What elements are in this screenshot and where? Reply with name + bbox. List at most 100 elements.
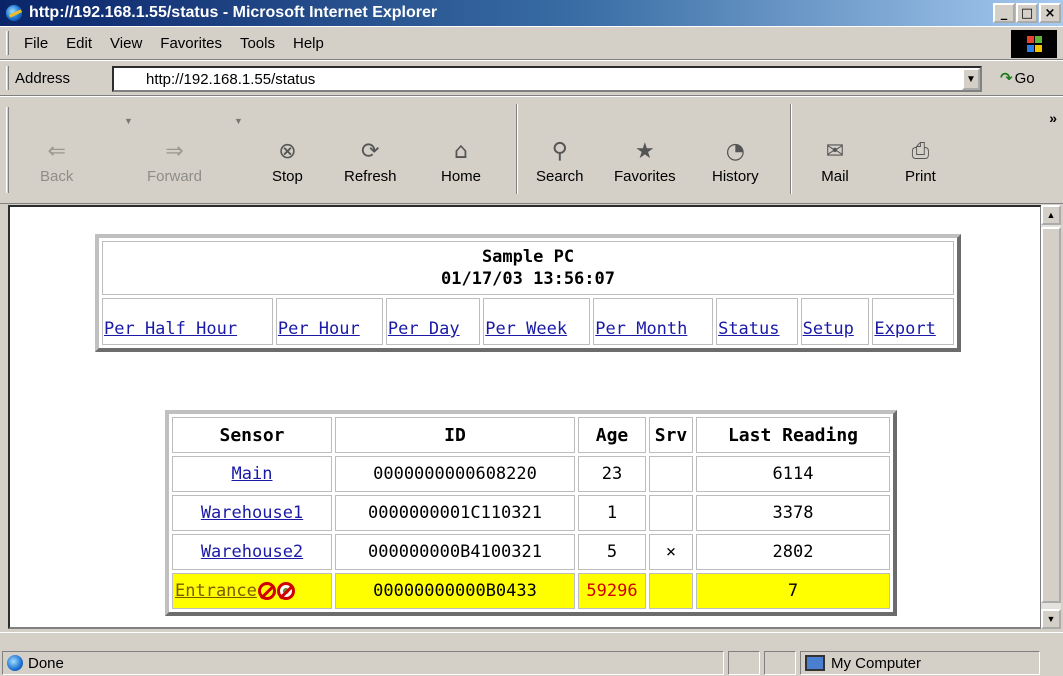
forward-button[interactable]: ⇒ Forward	[147, 136, 203, 186]
nav-link-status[interactable]: Status	[716, 298, 798, 345]
minimize-button[interactable]: _	[993, 3, 1015, 23]
print-icon: ⎙	[911, 138, 930, 164]
nav-link-per-half-hour[interactable]: Per Half Hour	[102, 298, 273, 345]
sensor-srv	[649, 573, 693, 609]
sensor-age: 23	[578, 456, 646, 492]
menu-help[interactable]: Help	[284, 35, 333, 52]
prohibited-icon	[257, 582, 276, 600]
refresh-button[interactable]: ⟳ Refresh	[344, 136, 397, 186]
nav-link-per-day[interactable]: Per Day	[385, 298, 481, 345]
sensor-link[interactable]: Main	[172, 456, 332, 492]
page-datetime: 01/17/03 13:56:07	[441, 269, 615, 289]
search-button[interactable]: ⚲ Search	[536, 136, 584, 186]
sensor-age: 59296	[578, 573, 646, 609]
toolbar-separator	[790, 104, 792, 194]
back-button[interactable]: ⇐ Back	[40, 136, 74, 186]
sensor-last-reading: 6114	[696, 456, 890, 492]
menu-file[interactable]: File	[15, 35, 57, 52]
sensor-srv	[649, 495, 693, 531]
column-header-last-reading: Last Reading	[696, 417, 890, 453]
stop-label: Stop	[272, 168, 303, 185]
home-icon: ⌂	[454, 138, 468, 164]
window-controls: _ □ ×	[992, 3, 1061, 23]
menu-tools[interactable]: Tools	[231, 35, 284, 52]
go-button[interactable]: ↷ Go	[1000, 69, 1035, 87]
toolbar-separator	[516, 104, 518, 194]
status-panel-progress	[728, 651, 760, 675]
scroll-down-button[interactable]: ▼	[1041, 609, 1061, 629]
address-grip[interactable]	[6, 66, 9, 90]
table-row: Main 0000000000608220 23 6114	[172, 456, 890, 492]
windows-logo-icon	[1011, 30, 1057, 58]
go-label: Go	[1014, 69, 1035, 87]
stop-button[interactable]: ⊗ Stop	[272, 136, 303, 186]
nav-links-row: Per Half Hour Per Hour Per Day Per Week …	[102, 298, 954, 345]
title-bar: http://192.168.1.55/status - Microsoft I…	[0, 0, 1063, 26]
menu-bar: File Edit View Favorites Tools Help	[0, 26, 1063, 60]
toolbar-grip[interactable]	[6, 107, 9, 193]
back-label: Back	[40, 168, 74, 185]
refresh-icon: ⟳	[361, 138, 380, 164]
sensor-link[interactable]: Warehouse2	[172, 534, 332, 570]
nav-link-per-month[interactable]: Per Month	[593, 298, 714, 345]
home-button[interactable]: ⌂ Home	[441, 136, 481, 186]
column-header-id: ID	[335, 417, 575, 453]
nav-link-per-hour[interactable]: Per Hour	[275, 298, 383, 345]
print-button[interactable]: ⎙ Print	[905, 136, 936, 186]
history-button[interactable]: ◔ History	[712, 136, 759, 186]
vertical-scrollbar[interactable]: ▲ ▼	[1041, 205, 1061, 629]
menu-grip[interactable]	[6, 31, 9, 55]
sensor-link[interactable]: Entrance	[175, 581, 257, 601]
forward-label: Forward	[147, 168, 203, 185]
header-table: Sample PC 01/17/03 13:56:07 Per Half Hou…	[95, 234, 961, 352]
history-label: History	[712, 168, 759, 185]
address-input[interactable]: http://192.168.1.55/status ▼	[112, 66, 982, 92]
sensor-status-table: Sensor ID Age Srv Last Reading Main 0000…	[165, 410, 897, 616]
toolbar-overflow-chevron[interactable]: »	[1049, 110, 1057, 126]
favorites-label: Favorites	[614, 168, 676, 185]
sensor-cell-entrance: Entrance	[172, 573, 332, 609]
forward-dropdown-icon[interactable]: ▼	[234, 116, 243, 126]
sensor-last-reading: 7	[696, 573, 890, 609]
maximize-button[interactable]: □	[1016, 3, 1038, 23]
table-row-alert: Entrance 00000000000B0433 59296 7	[172, 573, 890, 609]
page-title: Sample PC	[481, 247, 575, 267]
prohibited-device-icon	[276, 582, 295, 600]
back-arrow-icon: ⇐	[47, 138, 66, 164]
table-row: Warehouse2 000000000B4100321 5 × 2802	[172, 534, 890, 570]
scroll-thumb[interactable]	[1041, 227, 1061, 603]
nav-link-setup[interactable]: Setup	[800, 298, 870, 345]
forward-arrow-icon: ⇒	[165, 138, 184, 164]
favorites-button[interactable]: ★ Favorites	[614, 136, 676, 186]
history-icon: ◔	[725, 138, 745, 164]
search-icon: ⚲	[551, 138, 568, 164]
address-url: http://192.168.1.55/status	[146, 70, 316, 88]
address-dropdown-button[interactable]: ▼	[962, 68, 980, 90]
table-header-row: Sensor ID Age Srv Last Reading	[172, 417, 890, 453]
mail-label: Mail	[821, 168, 849, 185]
column-header-sensor: Sensor	[172, 417, 332, 453]
ie-logo-icon[interactable]	[5, 4, 23, 22]
nav-link-per-week[interactable]: Per Week	[483, 298, 591, 345]
mail-button[interactable]: ✉ Mail	[820, 136, 850, 186]
back-dropdown-icon[interactable]: ▼	[124, 116, 133, 126]
nav-link-export[interactable]: Export	[872, 298, 954, 345]
status-bar: Done My Computer	[0, 632, 1063, 676]
sensor-age: 5	[578, 534, 646, 570]
window-title: http://192.168.1.55/status - Microsoft I…	[29, 4, 438, 21]
menu-favorites[interactable]: Favorites	[151, 35, 231, 52]
mail-icon: ✉	[825, 138, 845, 164]
sensor-last-reading: 2802	[696, 534, 890, 570]
menu-edit[interactable]: Edit	[57, 35, 101, 52]
close-button[interactable]: ×	[1039, 3, 1061, 23]
sensor-srv: ×	[649, 534, 693, 570]
sensor-id: 0000000000608220	[335, 456, 575, 492]
menu-view[interactable]: View	[101, 35, 151, 52]
sensor-age: 1	[578, 495, 646, 531]
address-bar: Address http://192.168.1.55/status ▼ ↷ G…	[0, 60, 1063, 96]
stop-icon: ⊗	[278, 138, 297, 164]
address-label: Address	[15, 69, 71, 87]
ie-page-icon	[7, 655, 23, 671]
scroll-up-button[interactable]: ▲	[1041, 205, 1061, 225]
sensor-link[interactable]: Warehouse1	[172, 495, 332, 531]
